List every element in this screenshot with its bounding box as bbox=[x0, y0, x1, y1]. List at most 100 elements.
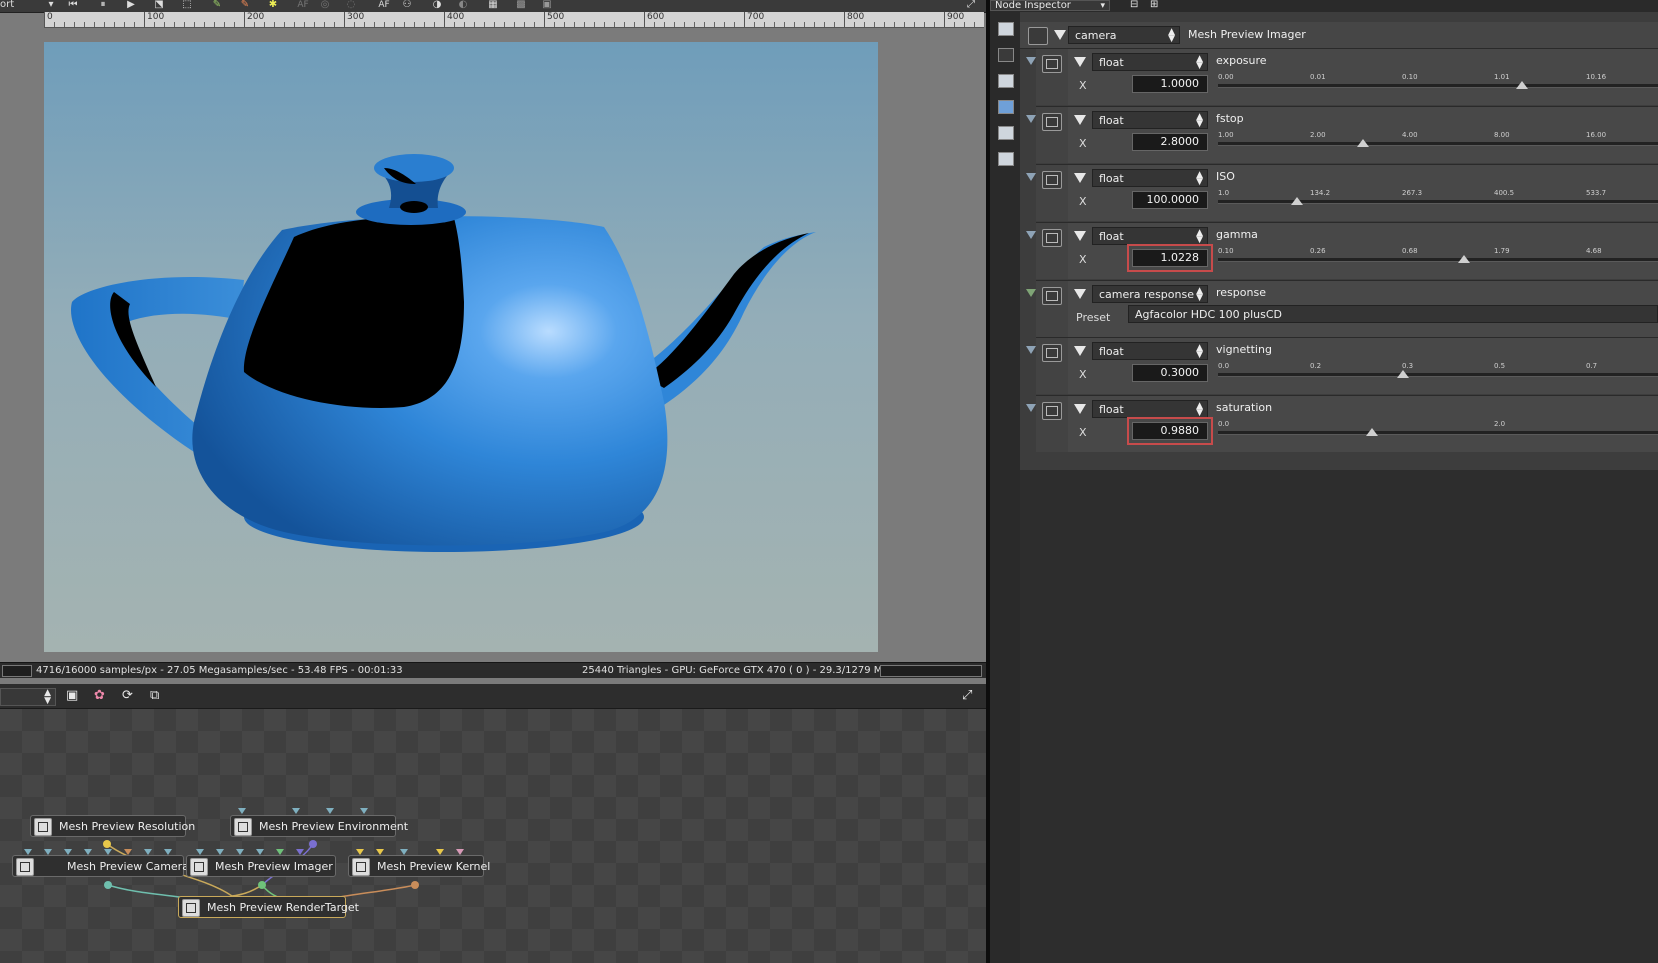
add-node-icon[interactable]: ✿ bbox=[94, 688, 105, 703]
gamma-slider[interactable]: 0.10 0.26 0.68 1.79 4.68 bbox=[1218, 245, 1658, 271]
slider-thumb[interactable] bbox=[1291, 197, 1304, 205]
node-mesh-preview-environment[interactable]: Mesh Preview Environment bbox=[230, 815, 408, 837]
collapse-triangle-icon[interactable] bbox=[1054, 30, 1066, 40]
input-pin[interactable] bbox=[44, 849, 52, 855]
save-graph-icon[interactable]: ▣ bbox=[66, 688, 78, 703]
pin-connector-icon[interactable] bbox=[1026, 346, 1036, 354]
kernel-icon[interactable] bbox=[998, 152, 1014, 166]
type-dropdown[interactable]: float ▲ ▼ bbox=[1092, 342, 1208, 360]
input-pin[interactable] bbox=[144, 849, 152, 855]
pin-connector-icon[interactable] bbox=[1026, 231, 1036, 239]
collapse-triangle-icon[interactable] bbox=[1074, 231, 1086, 241]
input-pin[interactable] bbox=[276, 849, 284, 855]
root-type-dropdown[interactable]: camera ▲ ▼ bbox=[1068, 26, 1180, 44]
saturation-value-field[interactable]: 0.9880 bbox=[1127, 417, 1213, 445]
exposure-slider[interactable]: 0.00 0.01 0.10 1.01 10.16 bbox=[1218, 71, 1658, 97]
refresh-icon[interactable]: ⟳ bbox=[122, 688, 133, 703]
imager-icon[interactable] bbox=[998, 22, 1014, 36]
collapse-triangle-icon[interactable] bbox=[1074, 346, 1086, 356]
input-pin[interactable] bbox=[326, 808, 334, 814]
node-mesh-preview-rendertarget[interactable]: Mesh Preview RenderTarget bbox=[178, 896, 359, 918]
pin-connector-icon[interactable] bbox=[1026, 173, 1036, 181]
float-param-icon[interactable] bbox=[1042, 171, 1062, 189]
clay-render-icon[interactable]: ◑ bbox=[430, 0, 444, 11]
channel-icon[interactable]: ▣ bbox=[540, 0, 554, 11]
resolution-icon[interactable] bbox=[998, 74, 1014, 88]
input-pin[interactable] bbox=[24, 849, 32, 855]
type-dropdown[interactable]: float ▲ ▼ bbox=[1092, 169, 1208, 187]
pin-connector-icon[interactable] bbox=[1026, 57, 1036, 65]
vignetting-slider[interactable]: 0.0 0.2 0.3 0.5 0.7 bbox=[1218, 360, 1658, 386]
play-icon[interactable]: ▶ bbox=[124, 0, 138, 11]
crop-icon[interactable]: ⬔ bbox=[152, 0, 166, 11]
input-pin[interactable] bbox=[296, 849, 304, 855]
camera-response-icon[interactable] bbox=[1042, 287, 1062, 305]
exposure-value-field[interactable]: 1.0000 bbox=[1132, 75, 1208, 93]
rendered-image[interactable] bbox=[44, 42, 878, 652]
rewind-icon[interactable]: ⏮ bbox=[66, 0, 80, 11]
output-pin[interactable] bbox=[411, 881, 419, 889]
float-param-icon[interactable] bbox=[1042, 402, 1062, 420]
maximize-icon[interactable]: ⤢ bbox=[962, 688, 972, 703]
camera-icon[interactable] bbox=[998, 48, 1014, 62]
node-mesh-preview-imager[interactable]: Mesh Preview Imager bbox=[186, 855, 336, 877]
environment-icon[interactable] bbox=[998, 100, 1014, 114]
collapse-triangle-icon[interactable] bbox=[1074, 115, 1086, 125]
iso-value-field[interactable]: 100.0000 bbox=[1132, 191, 1208, 209]
slider-thumb[interactable] bbox=[1515, 81, 1528, 89]
sub-sampling-icon[interactable]: ◐ bbox=[456, 0, 470, 11]
input-pin[interactable] bbox=[196, 849, 204, 855]
region-select-icon[interactable]: ⬚ bbox=[180, 0, 194, 11]
auto-layout-icon[interactable]: ⧉ bbox=[150, 688, 159, 703]
input-pin[interactable] bbox=[292, 808, 300, 814]
preset-dropdown[interactable]: Agfacolor HDC 100 plusCD bbox=[1128, 305, 1658, 323]
input-pin[interactable] bbox=[64, 849, 72, 855]
collapse-all-icon[interactable]: ⊟ bbox=[1130, 0, 1138, 10]
fstop-value-field[interactable]: 2.8000 bbox=[1132, 133, 1208, 151]
type-dropdown[interactable]: camera response ▲ ▼ bbox=[1092, 285, 1208, 303]
inspector-selector-dropdown[interactable]: Node Inspector ▾ bbox=[990, 0, 1110, 11]
input-pin[interactable] bbox=[216, 849, 224, 855]
node-graph-canvas[interactable]: Mesh Preview Resolution Mesh Preview Env… bbox=[0, 709, 986, 963]
iso-slider[interactable]: 1.0 134.2 267.3 400.5 533.7 bbox=[1218, 187, 1658, 213]
node-mesh-preview-camera[interactable]: Mesh Preview Camera bbox=[12, 855, 189, 877]
slider-thumb[interactable] bbox=[1366, 428, 1378, 436]
type-dropdown[interactable]: float ▲ ▼ bbox=[1092, 53, 1208, 71]
collapse-triangle-icon[interactable] bbox=[1074, 57, 1086, 67]
node-mesh-preview-kernel[interactable]: Mesh Preview Kernel bbox=[348, 855, 490, 877]
maximize-icon[interactable]: ⤢ bbox=[964, 0, 978, 11]
float-param-icon[interactable] bbox=[1042, 229, 1062, 247]
slider-thumb[interactable] bbox=[1458, 255, 1471, 263]
dropdown-arrow-icon[interactable]: ▾ bbox=[44, 0, 58, 11]
input-pin[interactable] bbox=[456, 849, 464, 855]
float-param-icon[interactable] bbox=[1042, 113, 1062, 131]
vignetting-value-field[interactable]: 0.3000 bbox=[1132, 364, 1208, 382]
pin-connector-icon[interactable] bbox=[1026, 404, 1036, 412]
slider-thumb[interactable] bbox=[1357, 139, 1370, 147]
input-pin[interactable] bbox=[376, 849, 384, 855]
input-pin[interactable] bbox=[104, 849, 112, 855]
input-pin[interactable] bbox=[238, 808, 246, 814]
node-mesh-preview-resolution[interactable]: Mesh Preview Resolution bbox=[30, 815, 195, 837]
input-pin[interactable] bbox=[124, 849, 132, 855]
camera-target-icon[interactable]: ◎ bbox=[318, 0, 332, 11]
output-pin[interactable] bbox=[104, 881, 112, 889]
input-pin[interactable] bbox=[356, 849, 364, 855]
input-pin[interactable] bbox=[236, 849, 244, 855]
input-pin[interactable] bbox=[84, 849, 92, 855]
output-pin[interactable] bbox=[309, 840, 317, 848]
type-dropdown[interactable]: float ▲ ▼ bbox=[1092, 227, 1208, 245]
collapse-triangle-icon[interactable] bbox=[1074, 404, 1086, 414]
imager-node-icon[interactable] bbox=[1028, 27, 1048, 45]
material-picker-icon[interactable]: ✎ bbox=[238, 0, 252, 11]
gamma-value-field[interactable]: 1.0228 bbox=[1127, 244, 1213, 272]
saturation-slider[interactable]: 0.0 2.0 bbox=[1218, 418, 1658, 444]
af-button[interactable]: AF bbox=[374, 0, 394, 11]
pin-connector-icon[interactable] bbox=[1026, 115, 1036, 123]
white-balance-picker-icon[interactable]: ✱ bbox=[266, 0, 280, 11]
float-param-icon[interactable] bbox=[1042, 55, 1062, 73]
input-pin[interactable] bbox=[360, 808, 368, 814]
focus-picker-icon[interactable]: ✎ bbox=[210, 0, 224, 11]
output-pin[interactable] bbox=[258, 881, 266, 889]
lock-icon[interactable]: ◌ bbox=[344, 0, 358, 11]
